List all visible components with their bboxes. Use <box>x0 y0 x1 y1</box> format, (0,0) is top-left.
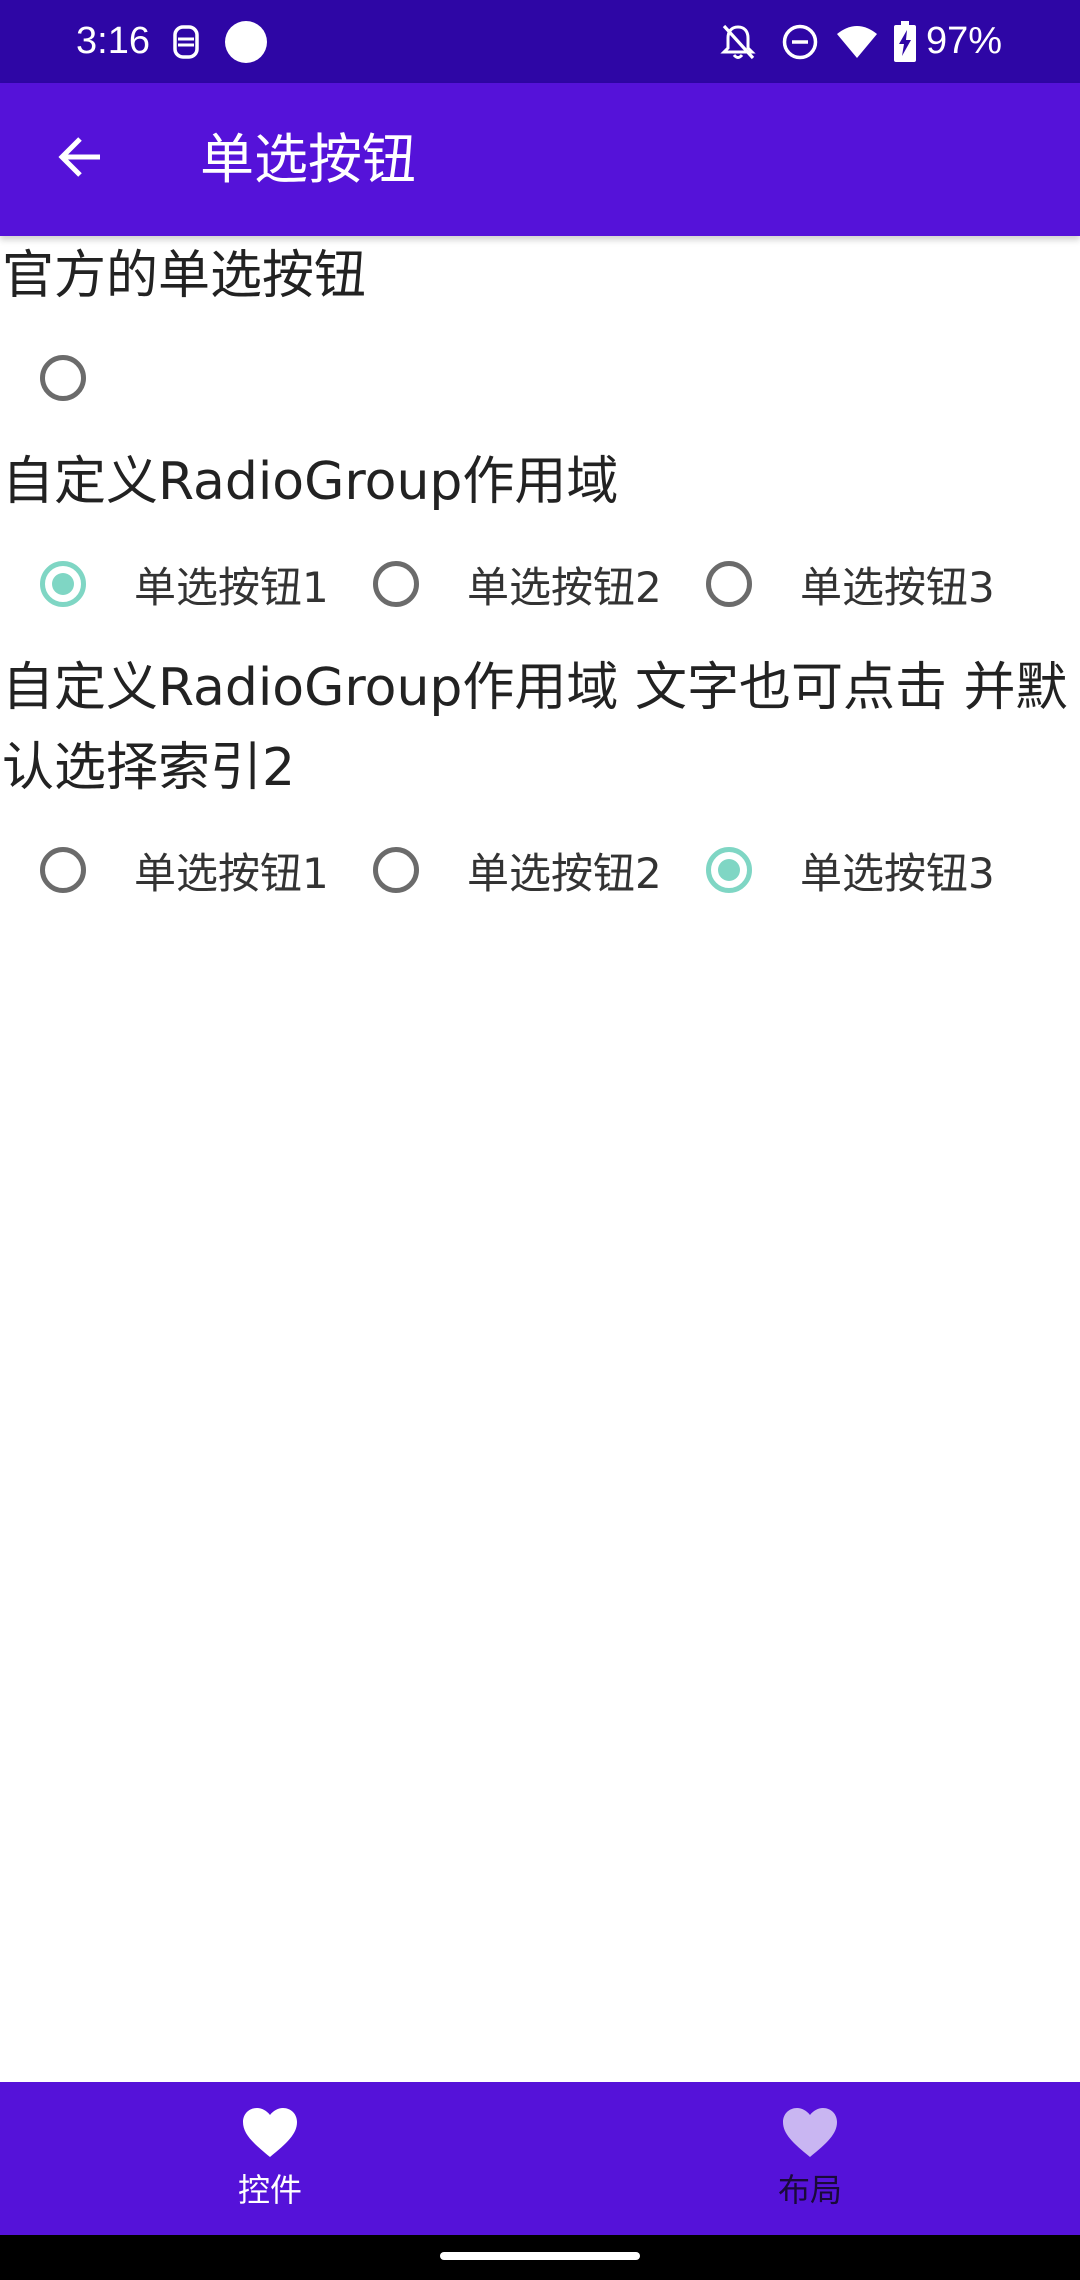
radio-option-3[interactable]: 单选按钮3 <box>686 822 995 918</box>
face-unlock-icon <box>166 20 206 64</box>
radio-circle-unchecked-icon <box>373 847 419 893</box>
home-gesture-handle[interactable] <box>440 2252 640 2260</box>
notification-dot-icon <box>222 20 270 64</box>
radio-option-1[interactable]: 单选按钮1 <box>20 536 329 632</box>
nav-label-controls: 控件 <box>237 2170 302 2209</box>
do-not-disturb-icon <box>778 20 822 64</box>
battery-charging-icon <box>890 20 920 64</box>
nav-item-layout[interactable]: 布局 <box>540 2082 1080 2235</box>
radio-circle-unchecked-icon <box>706 561 752 607</box>
radio-circle-checked-icon <box>706 847 752 893</box>
back-arrow-icon <box>56 133 104 185</box>
heart-icon <box>781 2107 839 2163</box>
radio-option-2[interactable]: 单选按钮2 <box>353 536 662 632</box>
section-label-official: 官方的单选按钮 <box>2 246 367 306</box>
radio-group-clickable-text: 单选按钮1 单选按钮2 单选按钮3 <box>0 822 1080 918</box>
radio-option-label: 单选按钮2 <box>467 562 662 612</box>
status-time: 3:16 <box>76 20 150 62</box>
nav-item-controls[interactable]: 控件 <box>0 2082 540 2235</box>
content: 官方的单选按钮 自定义RadioGroup作用域 单选按钮1 单选按钮2 单选按… <box>0 236 1080 2082</box>
radio-circle-unchecked-icon <box>40 847 86 893</box>
screen: 3:16 97% 单选按钮 官方的单选按钮 自定义RadioGroup作用域 单… <box>0 0 1080 2280</box>
radio-option-2[interactable]: 单选按钮2 <box>353 822 662 918</box>
notifications-off-icon <box>716 20 760 64</box>
radio-circle-checked-icon <box>40 561 86 607</box>
nav-label-layout: 布局 <box>777 2170 842 2209</box>
radio-option-1[interactable]: 单选按钮1 <box>20 822 329 918</box>
radio-circle-unchecked-icon <box>373 561 419 607</box>
radio-group-official <box>0 330 1080 426</box>
status-bar: 3:16 97% <box>0 0 1080 83</box>
back-button[interactable] <box>40 119 120 199</box>
radio-option-label: 单选按钮3 <box>800 562 995 612</box>
status-battery: 97% <box>926 20 1003 62</box>
radio-group-custom: 单选按钮1 单选按钮2 单选按钮3 <box>0 536 1080 632</box>
section-label-custom-group: 自定义RadioGroup作用域 <box>2 452 619 512</box>
radio-circle-unchecked-icon <box>40 355 86 401</box>
radio-button-official[interactable] <box>20 330 86 426</box>
heart-icon <box>241 2107 299 2163</box>
radio-option-label[interactable]: 单选按钮2 <box>467 840 662 901</box>
radio-option-label: 单选按钮1 <box>134 562 329 612</box>
radio-option-label[interactable]: 单选按钮3 <box>800 840 995 901</box>
section-label-clickable-text: 自定义RadioGroup作用域 文字也可点击 并默认选择索引2 <box>2 658 1068 798</box>
system-navigation-bar <box>0 2235 1080 2280</box>
wifi-icon <box>834 20 880 64</box>
radio-option-3[interactable]: 单选按钮3 <box>686 536 995 632</box>
radio-option-label[interactable]: 单选按钮1 <box>134 840 329 901</box>
app-bar: 单选按钮 <box>0 83 1080 236</box>
page-title: 单选按钮 <box>200 128 416 191</box>
bottom-navigation: 控件 布局 <box>0 2082 1080 2235</box>
